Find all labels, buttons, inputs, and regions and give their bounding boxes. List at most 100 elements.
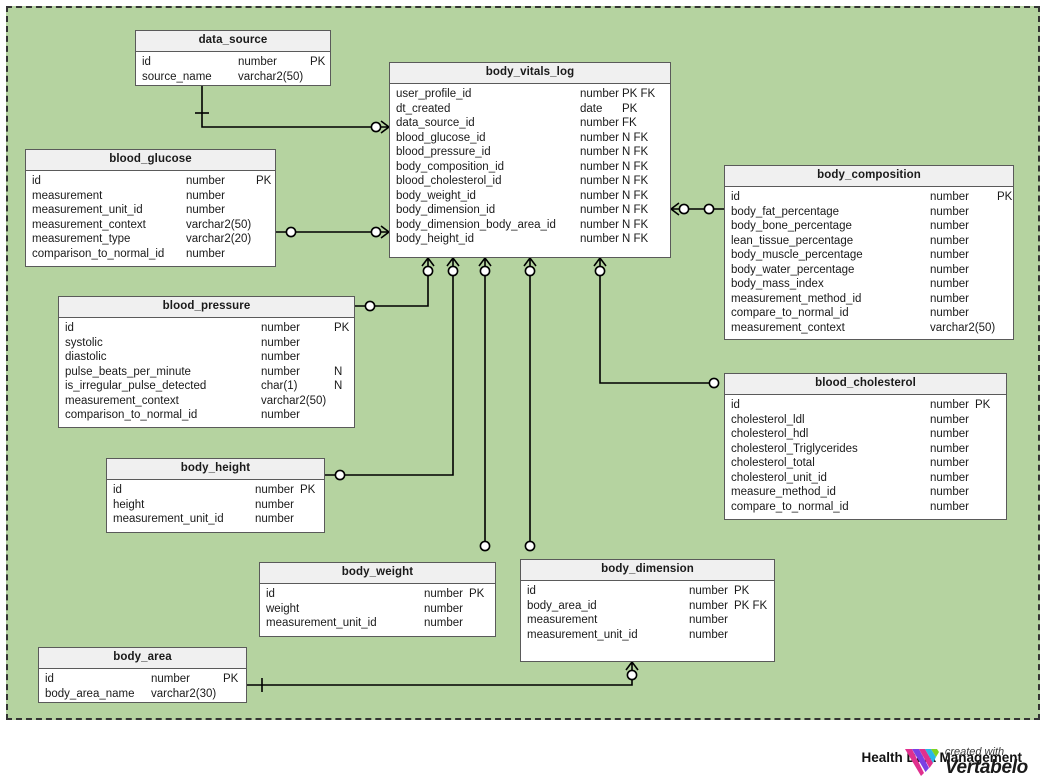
column-type: number bbox=[580, 204, 619, 216]
column-type: number bbox=[261, 409, 300, 421]
column-name: cholesterol_Triglycerides bbox=[731, 442, 858, 455]
table-row: lean_tissue_percentage number bbox=[725, 234, 1013, 249]
vertabelo-logo-icon bbox=[904, 749, 939, 776]
column-name: measurement_context bbox=[65, 394, 179, 407]
column-name: body_fat_percentage bbox=[731, 205, 840, 218]
column-type: number bbox=[580, 218, 619, 231]
column-type: number bbox=[580, 131, 619, 144]
column-name: cholesterol_ldl bbox=[731, 413, 805, 426]
column-name: blood_cholesterol_id bbox=[396, 175, 502, 187]
column-type: number bbox=[255, 513, 294, 525]
table-row: blood_cholesterol_id number N FK bbox=[390, 174, 670, 189]
column-type: number bbox=[186, 189, 225, 202]
column-key: PK bbox=[256, 175, 272, 187]
table-row: id number PK bbox=[107, 483, 324, 498]
column-name: measurement_context bbox=[32, 218, 146, 231]
table-row: body_weight_id number N FK bbox=[390, 189, 670, 204]
column-type: number bbox=[580, 117, 619, 129]
column-type: number bbox=[580, 175, 619, 187]
table-data_source[interactable]: data_source id number PK source_name varchar2… bbox=[135, 30, 331, 86]
table-blood_pressure[interactable]: blood_pressure id number PK systolic number di… bbox=[58, 296, 355, 428]
column-type: number bbox=[580, 233, 619, 245]
table-columns-data_source: id number PK source_name varchar2(50) bbox=[136, 52, 330, 88]
column-key: FK bbox=[622, 117, 637, 129]
column-type: number bbox=[930, 278, 969, 290]
column-name: blood_pressure_id bbox=[396, 146, 491, 158]
table-title-data_source: data_source bbox=[136, 31, 330, 52]
table-title-body_dimension: body_dimension bbox=[521, 560, 774, 581]
column-name: body_bone_percentage bbox=[731, 220, 852, 232]
table-title-body_composition: body_composition bbox=[725, 166, 1013, 187]
column-name: id bbox=[527, 585, 536, 597]
table-body_height[interactable]: body_height id number PK height number measure… bbox=[106, 458, 325, 533]
column-type: char(1) bbox=[261, 380, 298, 392]
table-blood_glucose[interactable]: blood_glucose id number PK measurement number… bbox=[25, 149, 276, 267]
column-name: body_area_name bbox=[45, 687, 135, 700]
table-row: blood_pressure_id number N FK bbox=[390, 145, 670, 160]
column-name: measurement_context bbox=[731, 321, 845, 334]
table-row: body_dimension_body_area_id number N FK bbox=[390, 218, 670, 233]
column-name: body_composition_id bbox=[396, 160, 505, 173]
table-columns-body_area: id number PK body_area_name varchar2(30) bbox=[39, 669, 246, 705]
column-type: number bbox=[261, 365, 300, 378]
table-title-blood_pressure: blood_pressure bbox=[59, 297, 354, 318]
table-row: pulse_beats_per_minute number N bbox=[59, 365, 354, 380]
table-body_composition[interactable]: body_composition id number PK body_fat_perce… bbox=[724, 165, 1014, 340]
column-type: number bbox=[261, 351, 300, 363]
column-key: N FK bbox=[622, 160, 649, 173]
column-name: id bbox=[731, 399, 740, 411]
column-type: number bbox=[255, 498, 294, 511]
column-key: PK bbox=[310, 56, 326, 68]
column-type: number bbox=[261, 336, 300, 349]
column-key: PK bbox=[622, 102, 638, 115]
column-key: N bbox=[334, 380, 343, 392]
column-type: varchar2(50) bbox=[186, 218, 252, 231]
column-name: pulse_beats_per_minute bbox=[65, 365, 191, 378]
table-body_weight[interactable]: body_weight id number PK weight number measure… bbox=[259, 562, 496, 637]
table-body_dimension[interactable]: body_dimension id number PK body_area_id numb… bbox=[520, 559, 775, 662]
column-type: varchar2(50) bbox=[261, 394, 327, 407]
column-type: number bbox=[930, 292, 969, 305]
column-name: cholesterol_total bbox=[731, 457, 815, 469]
table-row: body_height_id number N FK bbox=[390, 232, 670, 247]
table-row: id number PK bbox=[136, 55, 330, 70]
table-row: dt_created date PK bbox=[390, 102, 670, 117]
table-row: body_bone_percentage number bbox=[725, 219, 1013, 234]
column-type: number bbox=[930, 471, 969, 484]
table-body_vitals_log[interactable]: body_vitals_log user_profile_id number PK F… bbox=[389, 62, 671, 258]
column-name: cholesterol_unit_id bbox=[731, 471, 827, 484]
table-row: cholesterol_unit_id number bbox=[725, 471, 1006, 486]
table-row: measurement_type varchar2(20) bbox=[26, 232, 275, 247]
table-row: user_profile_id number PK FK bbox=[390, 87, 670, 102]
table-body_area[interactable]: body_area id number PK body_area_name varchar… bbox=[38, 647, 247, 703]
column-type: number bbox=[424, 617, 463, 629]
column-name: diastolic bbox=[65, 351, 107, 363]
column-key: N FK bbox=[622, 218, 649, 231]
table-row: comparison_to_normal_id number bbox=[59, 408, 354, 423]
table-title-blood_glucose: blood_glucose bbox=[26, 150, 275, 171]
column-type: varchar2(50) bbox=[238, 70, 304, 83]
table-row: body_muscle_percentage number bbox=[725, 248, 1013, 263]
column-type: number bbox=[580, 160, 619, 173]
column-name: body_muscle_percentage bbox=[731, 249, 863, 261]
table-row: measurement_method_id number bbox=[725, 292, 1013, 307]
table-row: data_source_id number FK bbox=[390, 116, 670, 131]
column-key: PK bbox=[469, 588, 485, 600]
table-row: diastolic number bbox=[59, 350, 354, 365]
column-name: measurement_method_id bbox=[731, 292, 862, 305]
table-title-blood_cholesterol: blood_cholesterol bbox=[725, 374, 1006, 395]
column-type: number bbox=[580, 88, 619, 100]
table-row: body_composition_id number N FK bbox=[390, 160, 670, 175]
table-columns-body_vitals_log: user_profile_id number PK FK dt_created date… bbox=[390, 84, 670, 251]
table-row: id number PK bbox=[26, 174, 275, 189]
column-type: number bbox=[186, 247, 225, 260]
table-row: id number PK bbox=[39, 672, 246, 687]
column-name: measure_method_id bbox=[731, 486, 836, 498]
column-type: number bbox=[930, 428, 969, 440]
column-type: number bbox=[930, 442, 969, 455]
column-key: N FK bbox=[622, 175, 649, 187]
table-title-body_vitals_log: body_vitals_log bbox=[390, 63, 670, 84]
table-blood_cholesterol[interactable]: blood_cholesterol id number PK cholesterol_l… bbox=[724, 373, 1007, 520]
column-type: number bbox=[930, 249, 969, 261]
column-name: id bbox=[113, 484, 122, 496]
